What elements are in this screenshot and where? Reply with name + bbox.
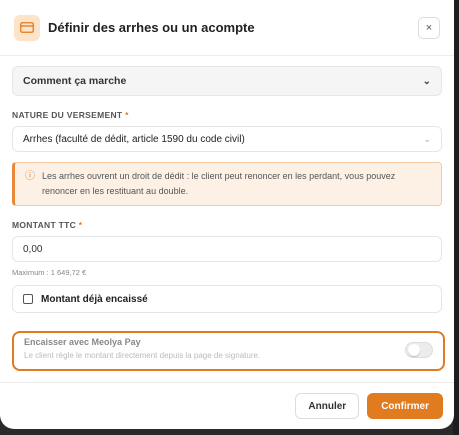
already-collected-label: Montant déjà encaissé [41, 293, 148, 305]
confirm-button[interactable]: Confirmer [367, 393, 443, 419]
nature-label: NATURE DU VERSEMENT * [12, 110, 129, 120]
how-it-works-accordion[interactable]: Comment ça marche ⌄ [12, 66, 442, 96]
amount-label: MONTANT TTC * [12, 220, 83, 230]
close-icon: × [425, 21, 433, 34]
dialog-header: Définir des arrhes ou un acompte × [0, 0, 454, 56]
info-alert: ⓘ Les arrhes ouvrent un droit de dédit :… [12, 162, 442, 206]
meolya-pay-option[interactable]: Encaisser avec Meolya Pay Le client règl… [12, 331, 445, 371]
deposit-dialog: Définir des arrhes ou un acompte × Comme… [0, 0, 454, 429]
meolya-pay-subtitle: Le client règle le montant directement d… [24, 351, 261, 360]
dialog-body: Comment ça marche ⌄ NATURE DU VERSEMENT … [0, 56, 454, 313]
dialog-title: Définir des arrhes ou un acompte [48, 20, 255, 35]
amount-hint: Maximum : 1 649,72 € [12, 268, 87, 277]
card-icon [14, 14, 40, 41]
meolya-pay-toggle[interactable] [405, 342, 433, 358]
already-collected-row[interactable]: Montant déjà encaissé [12, 285, 442, 313]
alert-text: Les arrhes ouvrent un droit de dédit : l… [42, 171, 396, 196]
accordion-label: Comment ça marche [23, 75, 127, 87]
amount-input[interactable]: 0,00 [12, 236, 442, 262]
meolya-pay-title: Encaisser avec Meolya Pay [24, 337, 141, 347]
already-collected-checkbox[interactable] [23, 294, 33, 304]
nature-select[interactable]: Arrhes (faculté de dédit, article 1590 d… [12, 126, 442, 152]
cancel-button[interactable]: Annuler [295, 393, 360, 419]
amount-value: 0,00 [23, 243, 43, 255]
dialog-footer: Annuler Confirmer [0, 382, 454, 429]
chevron-down-icon: ⌄ [422, 75, 431, 87]
toggle-knob [408, 344, 420, 356]
info-icon: ⓘ [25, 171, 35, 182]
close-button[interactable]: × [418, 16, 440, 39]
chevron-down-icon: ⌄ [423, 133, 431, 144]
nature-selected-value: Arrhes (faculté de dédit, article 1590 d… [23, 133, 245, 145]
